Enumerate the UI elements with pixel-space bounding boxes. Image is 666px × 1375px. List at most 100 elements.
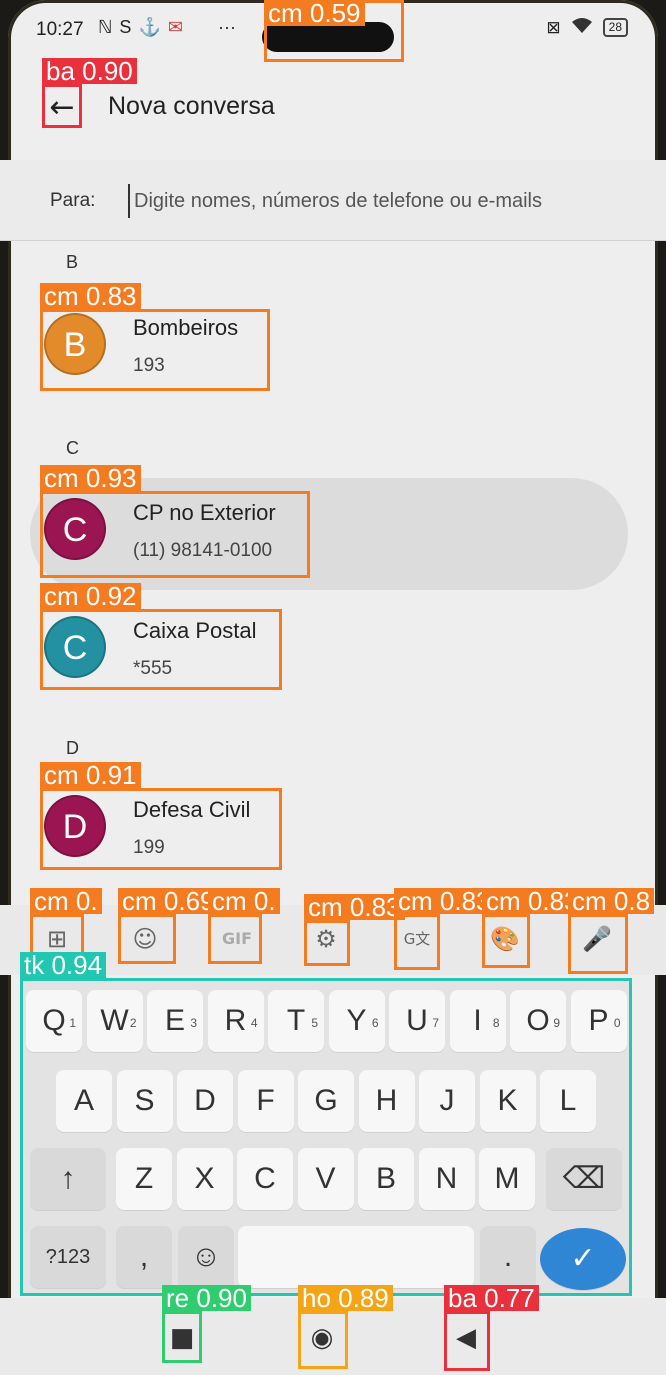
gif-icon[interactable]: GIF — [212, 922, 262, 956]
key-c-label: C — [254, 1162, 276, 1195]
avatar: D — [44, 795, 106, 857]
translate-icon[interactable]: G文 — [396, 922, 438, 956]
key-f-label: F — [256, 1084, 275, 1117]
detection-label: cm 0.92 — [40, 583, 141, 609]
nfc-icon: ℕ — [98, 17, 113, 37]
microphone-icon[interactable]: 🎤 — [580, 922, 614, 956]
key-w-label: W — [100, 1004, 129, 1037]
key-u[interactable]: U7 — [389, 990, 445, 1052]
key-d[interactable]: D — [177, 1070, 233, 1132]
backspace-key[interactable]: ⌫ — [546, 1148, 622, 1210]
contact-item[interactable]: D Defesa Civil 199 — [40, 787, 600, 871]
key-j[interactable]: J — [419, 1070, 475, 1132]
settings-icon[interactable]: ⚙ — [309, 922, 343, 956]
recipient-label: Para: — [50, 190, 96, 211]
notification-icons: ℕ S ⚓ ✉ — [98, 17, 183, 38]
home-button[interactable]: ◉ — [304, 1318, 340, 1358]
status-time: 10:27 — [36, 19, 84, 40]
key-b[interactable]: B — [358, 1148, 414, 1210]
emoji-key[interactable]: ☺ — [178, 1226, 234, 1288]
key-hint: 4 — [250, 1016, 258, 1030]
key-n[interactable]: N — [418, 1148, 475, 1210]
contact-item[interactable]: C CP no Exterior (11) 98141-0100 — [40, 490, 600, 574]
key-p[interactable]: P0 — [570, 990, 627, 1052]
detection-label: cm 0.8 — [568, 888, 655, 914]
detection-label: cm 0.83 — [40, 283, 141, 309]
enter-key[interactable]: ✓ — [540, 1228, 626, 1290]
key-a-label: A — [73, 1084, 94, 1117]
key-g[interactable]: G — [298, 1070, 354, 1132]
key-y[interactable]: Y6 — [328, 990, 385, 1052]
key-d-label: D — [194, 1084, 216, 1117]
page-title: Nova conversa — [108, 92, 275, 120]
key-r[interactable]: R4 — [207, 990, 264, 1052]
emoji-key-label: ☺ — [190, 1240, 222, 1273]
back-arrow-icon[interactable]: ← — [44, 90, 80, 126]
key-q[interactable]: Q1 — [26, 990, 82, 1052]
key-b-label: B — [375, 1162, 396, 1195]
key-y-label: Y — [346, 1004, 367, 1037]
contact-name: Bombeiros — [133, 315, 239, 340]
recents-button[interactable]: ■ — [164, 1318, 200, 1358]
key-v-label: V — [315, 1162, 336, 1195]
avatar: C — [44, 616, 106, 678]
key-t[interactable]: T5 — [268, 990, 324, 1052]
key-h[interactable]: H — [358, 1070, 415, 1132]
theme-palette-icon[interactable]: 🎨 — [488, 922, 522, 956]
key-r-label: R — [224, 1004, 247, 1037]
detection-label: re 0.90 — [162, 1285, 251, 1311]
contact-item[interactable]: C Caixa Postal *555 — [40, 608, 600, 692]
key-l[interactable]: L — [540, 1070, 596, 1132]
contact-item[interactable]: B Bombeiros 193 — [40, 305, 600, 389]
key-a[interactable]: A — [56, 1070, 112, 1132]
key-j-label: J — [439, 1084, 455, 1117]
key-q-label: Q — [42, 1004, 66, 1037]
contact-number: 193 — [133, 355, 165, 376]
sticker-icon[interactable]: ☺ — [128, 922, 162, 956]
key-hint: 1 — [69, 1016, 76, 1030]
enter-key-label: ✓ — [570, 1242, 596, 1275]
key-f[interactable]: F — [237, 1070, 294, 1132]
key-c[interactable]: C — [237, 1148, 293, 1210]
shift-key-label: ↑ — [60, 1162, 76, 1195]
detection-label: cm 0.83 — [304, 894, 405, 920]
key-hint: 3 — [190, 1016, 197, 1030]
key-p-label: P — [588, 1004, 609, 1037]
key-k[interactable]: K — [479, 1070, 536, 1132]
back-button[interactable]: ◀ — [448, 1318, 484, 1358]
key-w[interactable]: W2 — [86, 990, 143, 1052]
contact-name: Defesa Civil — [133, 797, 251, 822]
backspace-key-label: ⌫ — [562, 1162, 606, 1195]
comma-key-label: , — [139, 1240, 149, 1273]
section-header-c: C — [66, 438, 79, 458]
key-hint: 0 — [613, 1016, 621, 1030]
anchor-icon: ⚓ — [138, 17, 161, 37]
avatar: C — [44, 498, 106, 560]
comma-key[interactable]: , — [116, 1226, 172, 1288]
key-x[interactable]: X — [176, 1148, 233, 1210]
key-l-label: L — [559, 1084, 577, 1117]
detection-label: cm 0.93 — [40, 465, 141, 491]
recipient-input[interactable] — [128, 184, 636, 218]
section-header-d: D — [66, 738, 79, 758]
shift-key[interactable]: ↑ — [30, 1148, 106, 1210]
mail-icon: ✉ — [167, 17, 183, 37]
key-hint: 9 — [553, 1016, 560, 1030]
symbols-key-label: ?123 — [45, 1246, 91, 1268]
key-e[interactable]: E3 — [147, 990, 203, 1052]
period-key[interactable]: . — [480, 1226, 536, 1288]
key-z[interactable]: Z — [116, 1148, 172, 1210]
key-m[interactable]: M — [479, 1148, 535, 1210]
key-h-label: H — [375, 1084, 398, 1117]
key-hint: 2 — [129, 1016, 137, 1030]
key-o-label: O — [526, 1004, 550, 1037]
space-key[interactable] — [238, 1226, 474, 1288]
key-i[interactable]: I8 — [449, 990, 506, 1052]
detection-label: ba 0.77 — [444, 1285, 539, 1311]
key-o[interactable]: O9 — [510, 990, 566, 1052]
key-s[interactable]: S — [116, 1070, 173, 1132]
key-m-label: M — [494, 1162, 520, 1195]
detection-label: cm 0. — [30, 888, 102, 914]
symbols-key[interactable]: ?123 — [30, 1226, 106, 1288]
key-v[interactable]: V — [297, 1148, 354, 1210]
